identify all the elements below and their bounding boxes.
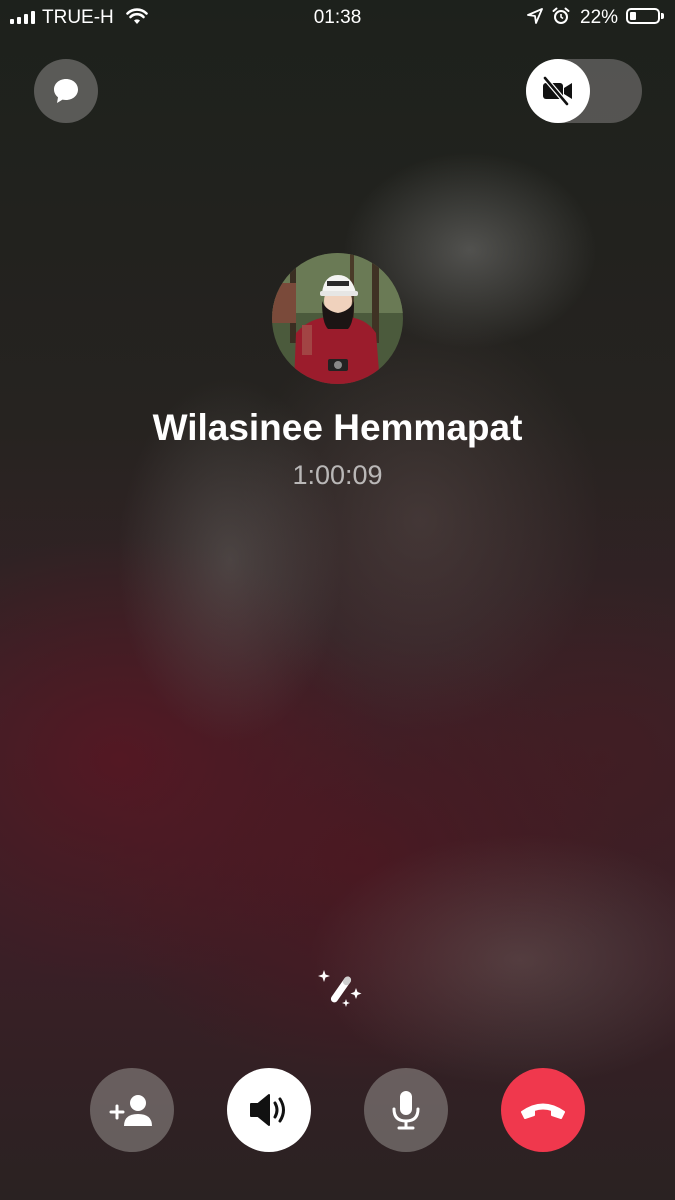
speaker-icon <box>250 1094 285 1126</box>
mute-button[interactable] <box>364 1068 448 1152</box>
clock: 01:38 <box>313 7 362 28</box>
add-person-button[interactable] <box>90 1068 174 1152</box>
add-person-icon <box>109 1095 152 1126</box>
magic-wand-icon[interactable] <box>316 966 364 1014</box>
speaker-button[interactable] <box>227 1068 311 1152</box>
battery-percent: 22% <box>580 7 619 28</box>
microphone-icon <box>392 1091 420 1130</box>
hang-up-icon <box>521 1103 565 1119</box>
chat-button[interactable] <box>34 59 98 123</box>
call-duration: 1:00:09 <box>292 460 383 490</box>
battery-icon <box>626 8 664 24</box>
blurred-video-background <box>0 0 675 1200</box>
video-toggle-knob <box>526 59 590 123</box>
location-icon <box>527 8 543 24</box>
video-toggle[interactable] <box>526 59 642 123</box>
end-call-button[interactable] <box>501 1068 585 1152</box>
chat-bubble-icon <box>54 79 78 103</box>
status-bar: TRUE-H 01:38 22% <box>0 0 675 36</box>
video-off-icon <box>542 76 572 106</box>
caller-name: Wilasinee Hemmapat <box>152 407 523 448</box>
caller-avatar <box>272 253 403 384</box>
alarm-icon <box>552 7 570 24</box>
